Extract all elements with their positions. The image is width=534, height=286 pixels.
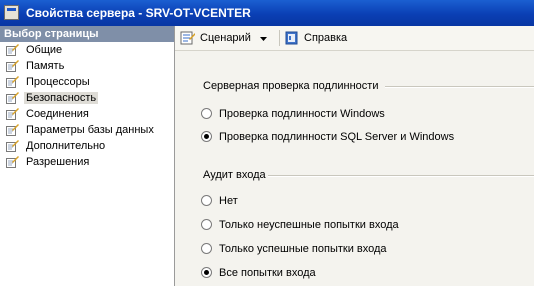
sidebar-item-connections[interactable]: Соединения (0, 106, 174, 122)
page-icon (6, 60, 19, 72)
radio-button[interactable] (201, 131, 212, 142)
sidebar-item-advanced[interactable]: Дополнительно (0, 138, 174, 154)
sidebar-item-security[interactable]: Безопасность (0, 90, 174, 106)
group-divider (268, 175, 534, 177)
window-title: Свойства сервера - SRV-OT-VCENTER (26, 6, 251, 20)
help-button[interactable]: Справка (284, 30, 347, 46)
group-divider (385, 86, 534, 88)
main-pane: Сценарий Справка Серверная проверка подл… (175, 26, 534, 286)
sidebar-item-processors[interactable]: Процессоры (0, 74, 174, 90)
window-titlebar[interactable]: Свойства сервера - SRV-OT-VCENTER (0, 0, 534, 26)
page-icon (6, 76, 19, 88)
page-icon (6, 124, 19, 136)
script-button[interactable]: Сценарий (180, 30, 272, 46)
sidebar-item-general[interactable]: Общие (0, 42, 174, 58)
radio-button[interactable] (201, 108, 212, 119)
sidebar-item-memory[interactable]: Память (0, 58, 174, 74)
page-icon (6, 92, 19, 104)
sidebar-item-database-settings[interactable]: Параметры базы данных (0, 122, 174, 138)
security-settings-panel: Серверная проверка подлинности Проверка … (175, 50, 534, 286)
app-icon (4, 5, 19, 20)
sidebar-item-permissions[interactable]: Разрешения (0, 154, 174, 170)
page-icon (6, 156, 19, 168)
dropdown-arrow-icon (260, 37, 267, 41)
page-icon (6, 108, 19, 120)
script-icon (180, 31, 195, 45)
help-icon (285, 31, 298, 45)
radio-button[interactable] (201, 243, 212, 254)
page-icon (6, 140, 19, 152)
page-selector-pane: Выбор страницы Общие Память Процессоры Б… (0, 26, 175, 286)
radio-button[interactable] (201, 195, 212, 206)
page-icon (6, 44, 19, 56)
page-selector-header: Выбор страницы (0, 26, 174, 42)
toolbar-separator (279, 30, 280, 46)
page-list: Общие Память Процессоры Безопасность Сое… (0, 42, 174, 170)
auth-group-title: Серверная проверка подлинности (203, 80, 379, 92)
audit-group-title: Аудит входа (203, 169, 266, 181)
radio-button[interactable] (201, 267, 212, 278)
toolbar: Сценарий Справка (175, 26, 534, 50)
radio-button[interactable] (201, 219, 212, 230)
